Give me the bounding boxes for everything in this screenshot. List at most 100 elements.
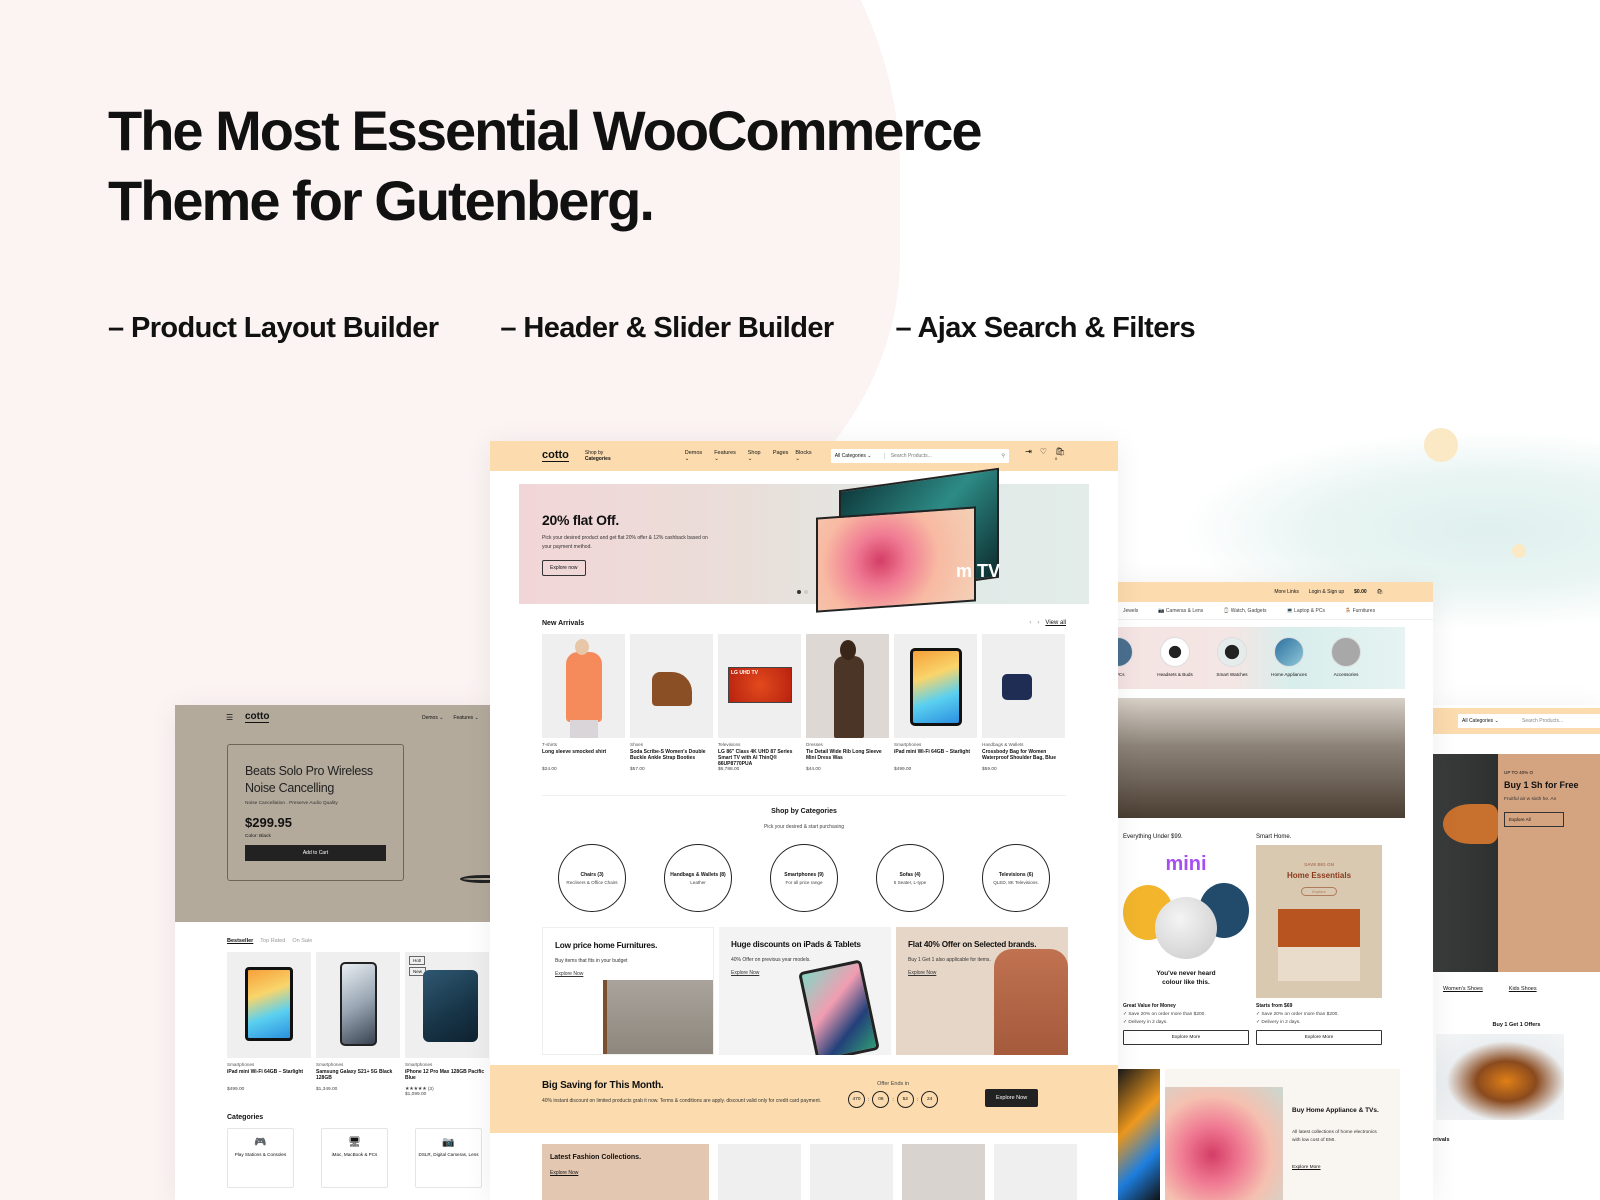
category-circle[interactable]: Smartphones (9) For all price range bbox=[770, 844, 838, 912]
category-select[interactable]: All Categories ⌄ bbox=[835, 453, 885, 459]
tab-bestseller[interactable]: Bestseller bbox=[227, 938, 253, 944]
promo-card[interactable]: Huge discounts on iPads & Tablets 40% Of… bbox=[719, 927, 891, 1055]
category-card[interactable]: 📷 DSLR, Digital Cameras, Lens bbox=[415, 1128, 482, 1188]
icon-category[interactable]: Headsets & Buds bbox=[1155, 637, 1195, 677]
explore-now-link[interactable]: Explore Now bbox=[550, 1170, 578, 1176]
fashion-collections: Latest Fashion Collections. Explore Now bbox=[542, 1144, 1077, 1200]
womens-shoes-link[interactable]: Women's Shoes bbox=[1443, 986, 1483, 992]
nav-item-demos[interactable]: Demos ⌄ bbox=[422, 715, 443, 721]
explore-all-button[interactable]: Explore All bbox=[1504, 812, 1564, 827]
shoe-hero: UP TO 40% O Buy 1 Sh for Free Fruitful a… bbox=[1433, 754, 1600, 972]
explore-now-link[interactable]: Explore Now bbox=[908, 970, 1056, 976]
category-circle[interactable]: Sofas (4) 5 Seater, L-type bbox=[876, 844, 944, 912]
category-card[interactable]: 🎮 Play Stations & Consoles bbox=[227, 1128, 294, 1188]
sneaker-image[interactable] bbox=[1436, 1034, 1564, 1120]
product-card[interactable]: Handbags & Wallets Crossbody Bag for Wom… bbox=[982, 634, 1065, 772]
product-card[interactable]: Hot! New Smartphones iPhone 12 Pro Max 1… bbox=[405, 952, 489, 1097]
slider-dot[interactable] bbox=[804, 590, 808, 594]
homepod-image[interactable]: mini You've never heard colour like this… bbox=[1123, 845, 1249, 998]
nav-item-shop[interactable]: Shop ⌄ bbox=[748, 450, 766, 462]
product-card[interactable]: Smartphones Samsung Galaxy S21+ 5G Black… bbox=[316, 952, 400, 1097]
product-name[interactable]: Tie Detail Wide Rib Long Sleeve Mini Dre… bbox=[806, 749, 889, 767]
product-name[interactable]: Crossbody Bag for Women Waterproof Shoul… bbox=[982, 749, 1065, 767]
product-name[interactable]: Long sleeve smocked shirt bbox=[542, 749, 625, 767]
icon-category[interactable]: & PCs bbox=[1118, 637, 1138, 677]
product-card[interactable] bbox=[810, 1144, 893, 1200]
product-category: Handbags & Wallets bbox=[982, 742, 1024, 747]
product-name[interactable]: LG 86" Class 4K UHD 87 Series Smart TV w… bbox=[718, 749, 801, 767]
wishlist-icon[interactable]: ♡ bbox=[1040, 447, 1047, 466]
login-signup-link[interactable]: Login & Sign up bbox=[1309, 589, 1344, 595]
explore-more-button[interactable]: Explore More bbox=[1123, 1030, 1249, 1045]
tab-on-sale[interactable]: On Sale bbox=[292, 938, 312, 944]
home-essentials-image[interactable]: SAVE BIG ON Home Essentials Explore bbox=[1256, 845, 1382, 998]
shop-by-categories-link[interactable]: Shop by Categories bbox=[585, 450, 611, 462]
explore-more-link[interactable]: Explore More bbox=[1292, 1165, 1321, 1170]
product-card[interactable]: Smartphones iPad mini Wi-Fi 64GB – Starl… bbox=[894, 634, 977, 772]
icon-category[interactable]: Smart Watches bbox=[1212, 637, 1252, 677]
cart-icon[interactable]: 🛍 bbox=[1377, 589, 1383, 595]
menu-icon[interactable]: ☰ bbox=[226, 713, 233, 722]
prev-arrow-icon[interactable]: ‹ bbox=[1029, 620, 1031, 626]
icon-category[interactable]: Home Appliances bbox=[1269, 637, 1309, 677]
next-arrow-icon[interactable]: › bbox=[1037, 620, 1039, 626]
fashion-banner[interactable]: Latest Fashion Collections. Explore Now bbox=[542, 1144, 709, 1200]
cart-total[interactable]: $0.00 bbox=[1354, 589, 1367, 595]
product-card[interactable] bbox=[902, 1144, 985, 1200]
category-circle[interactable]: Handbags & Wallets (8) Leather bbox=[664, 844, 732, 912]
product-category: Dresses bbox=[806, 742, 823, 747]
logo[interactable]: cotto bbox=[542, 450, 569, 462]
view-all-link[interactable]: View all bbox=[1045, 620, 1066, 626]
nav-item-pages[interactable]: Pages bbox=[773, 450, 789, 462]
promo-card[interactable]: Low price home Furnitures. Buy items tha… bbox=[542, 927, 714, 1055]
nav-item-features[interactable]: Features ⌄ bbox=[714, 450, 741, 462]
slider-dot-active[interactable] bbox=[797, 590, 801, 594]
product-card[interactable]: Shoes Soda Scribe-S Women's Double Buckl… bbox=[630, 634, 713, 772]
product-name[interactable]: Soda Scribe-S Women's Double Buckle Ankl… bbox=[630, 749, 713, 767]
category-link[interactable]: 🪑 Furnitures bbox=[1345, 608, 1375, 614]
product-card[interactable]: LG UHD TV Televisions LG 86" Class 4K UH… bbox=[718, 634, 801, 772]
search-input[interactable]: Search Products... bbox=[1522, 718, 1563, 724]
product-image bbox=[542, 634, 625, 738]
product-name[interactable]: iPad mini Wi-Fi 64GB – Starlight bbox=[227, 1069, 311, 1087]
nav-item-blocks[interactable]: Blocks ⌄ bbox=[795, 450, 816, 462]
tab-top-rated[interactable]: Top Rated bbox=[260, 938, 285, 944]
kids-shoes-link[interactable]: Kids Shoes bbox=[1509, 986, 1537, 992]
image-explore-button[interactable]: Explore bbox=[1301, 887, 1337, 896]
promo-card[interactable]: Flat 40% Offer on Selected brands. Buy 1… bbox=[896, 927, 1068, 1055]
more-links[interactable]: More Links bbox=[1274, 589, 1298, 595]
product-name[interactable]: Samsung Galaxy S21+ 5G Black 128GB bbox=[316, 1069, 400, 1087]
nav-item-features[interactable]: Features ⌄ bbox=[453, 715, 478, 721]
nav-item-demos[interactable]: Demos ⌄ bbox=[685, 450, 707, 462]
category-select[interactable]: All Categories ⌄ bbox=[1462, 718, 1522, 724]
slider-dots[interactable] bbox=[797, 590, 808, 594]
category-circle[interactable]: Televisions (6) QLED, 8K Televisions. bbox=[982, 844, 1050, 912]
category-link[interactable]: Jewels bbox=[1123, 608, 1138, 614]
category-link[interactable]: 💻 Laptop & PCs bbox=[1286, 608, 1324, 614]
product-card[interactable]: Dresses Tie Detail Wide Rib Long Sleeve … bbox=[806, 634, 889, 772]
cart-icon[interactable]: 🛍0 bbox=[1055, 447, 1066, 466]
category-circle[interactable]: Chairs (3) Recliners & Office Chairs bbox=[558, 844, 626, 912]
category-card[interactable]: 🖥 iMac, MacBook & PCs bbox=[321, 1128, 388, 1188]
product-name[interactable]: iPad mini Wi-Fi 64GB – Starlight bbox=[894, 749, 977, 767]
explore-now-link[interactable]: Explore Now bbox=[731, 970, 879, 976]
category-link[interactable]: ⌚ Watch, Gadgets bbox=[1223, 608, 1266, 614]
explore-now-link[interactable]: Explore Now bbox=[555, 971, 701, 977]
add-to-cart-button[interactable]: Add to Cart bbox=[245, 845, 386, 861]
appliance-banner[interactable]: Buy Home Appliance & TVs. All latest col… bbox=[1165, 1069, 1400, 1200]
product-card[interactable]: T-shirts Long sleeve smocked shirt $24.0… bbox=[542, 634, 625, 772]
search-input[interactable]: Search Products... bbox=[891, 453, 1002, 459]
search-icon[interactable]: ⚲ bbox=[1001, 453, 1005, 459]
explore-more-button[interactable]: Explore More bbox=[1256, 1030, 1382, 1045]
product-card[interactable] bbox=[994, 1144, 1077, 1200]
product-name[interactable]: iPhone 12 Pro Max 128GB Pacific Blue bbox=[405, 1069, 489, 1087]
logo[interactable]: cotto bbox=[245, 712, 270, 723]
explore-now-button[interactable]: Explore now bbox=[542, 560, 586, 576]
product-card[interactable]: Smartphones iPad mini Wi-Fi 64GB – Starl… bbox=[227, 952, 311, 1097]
category-link[interactable]: 📷 Cameras & Lens bbox=[1158, 608, 1203, 614]
login-icon[interactable]: ⇥ bbox=[1025, 447, 1032, 466]
explore-now-button[interactable]: Explore Now bbox=[985, 1089, 1039, 1107]
icon-category[interactable]: Accessories bbox=[1326, 637, 1366, 677]
product-card[interactable] bbox=[718, 1144, 801, 1200]
sofa-banner-image[interactable] bbox=[1118, 698, 1405, 818]
